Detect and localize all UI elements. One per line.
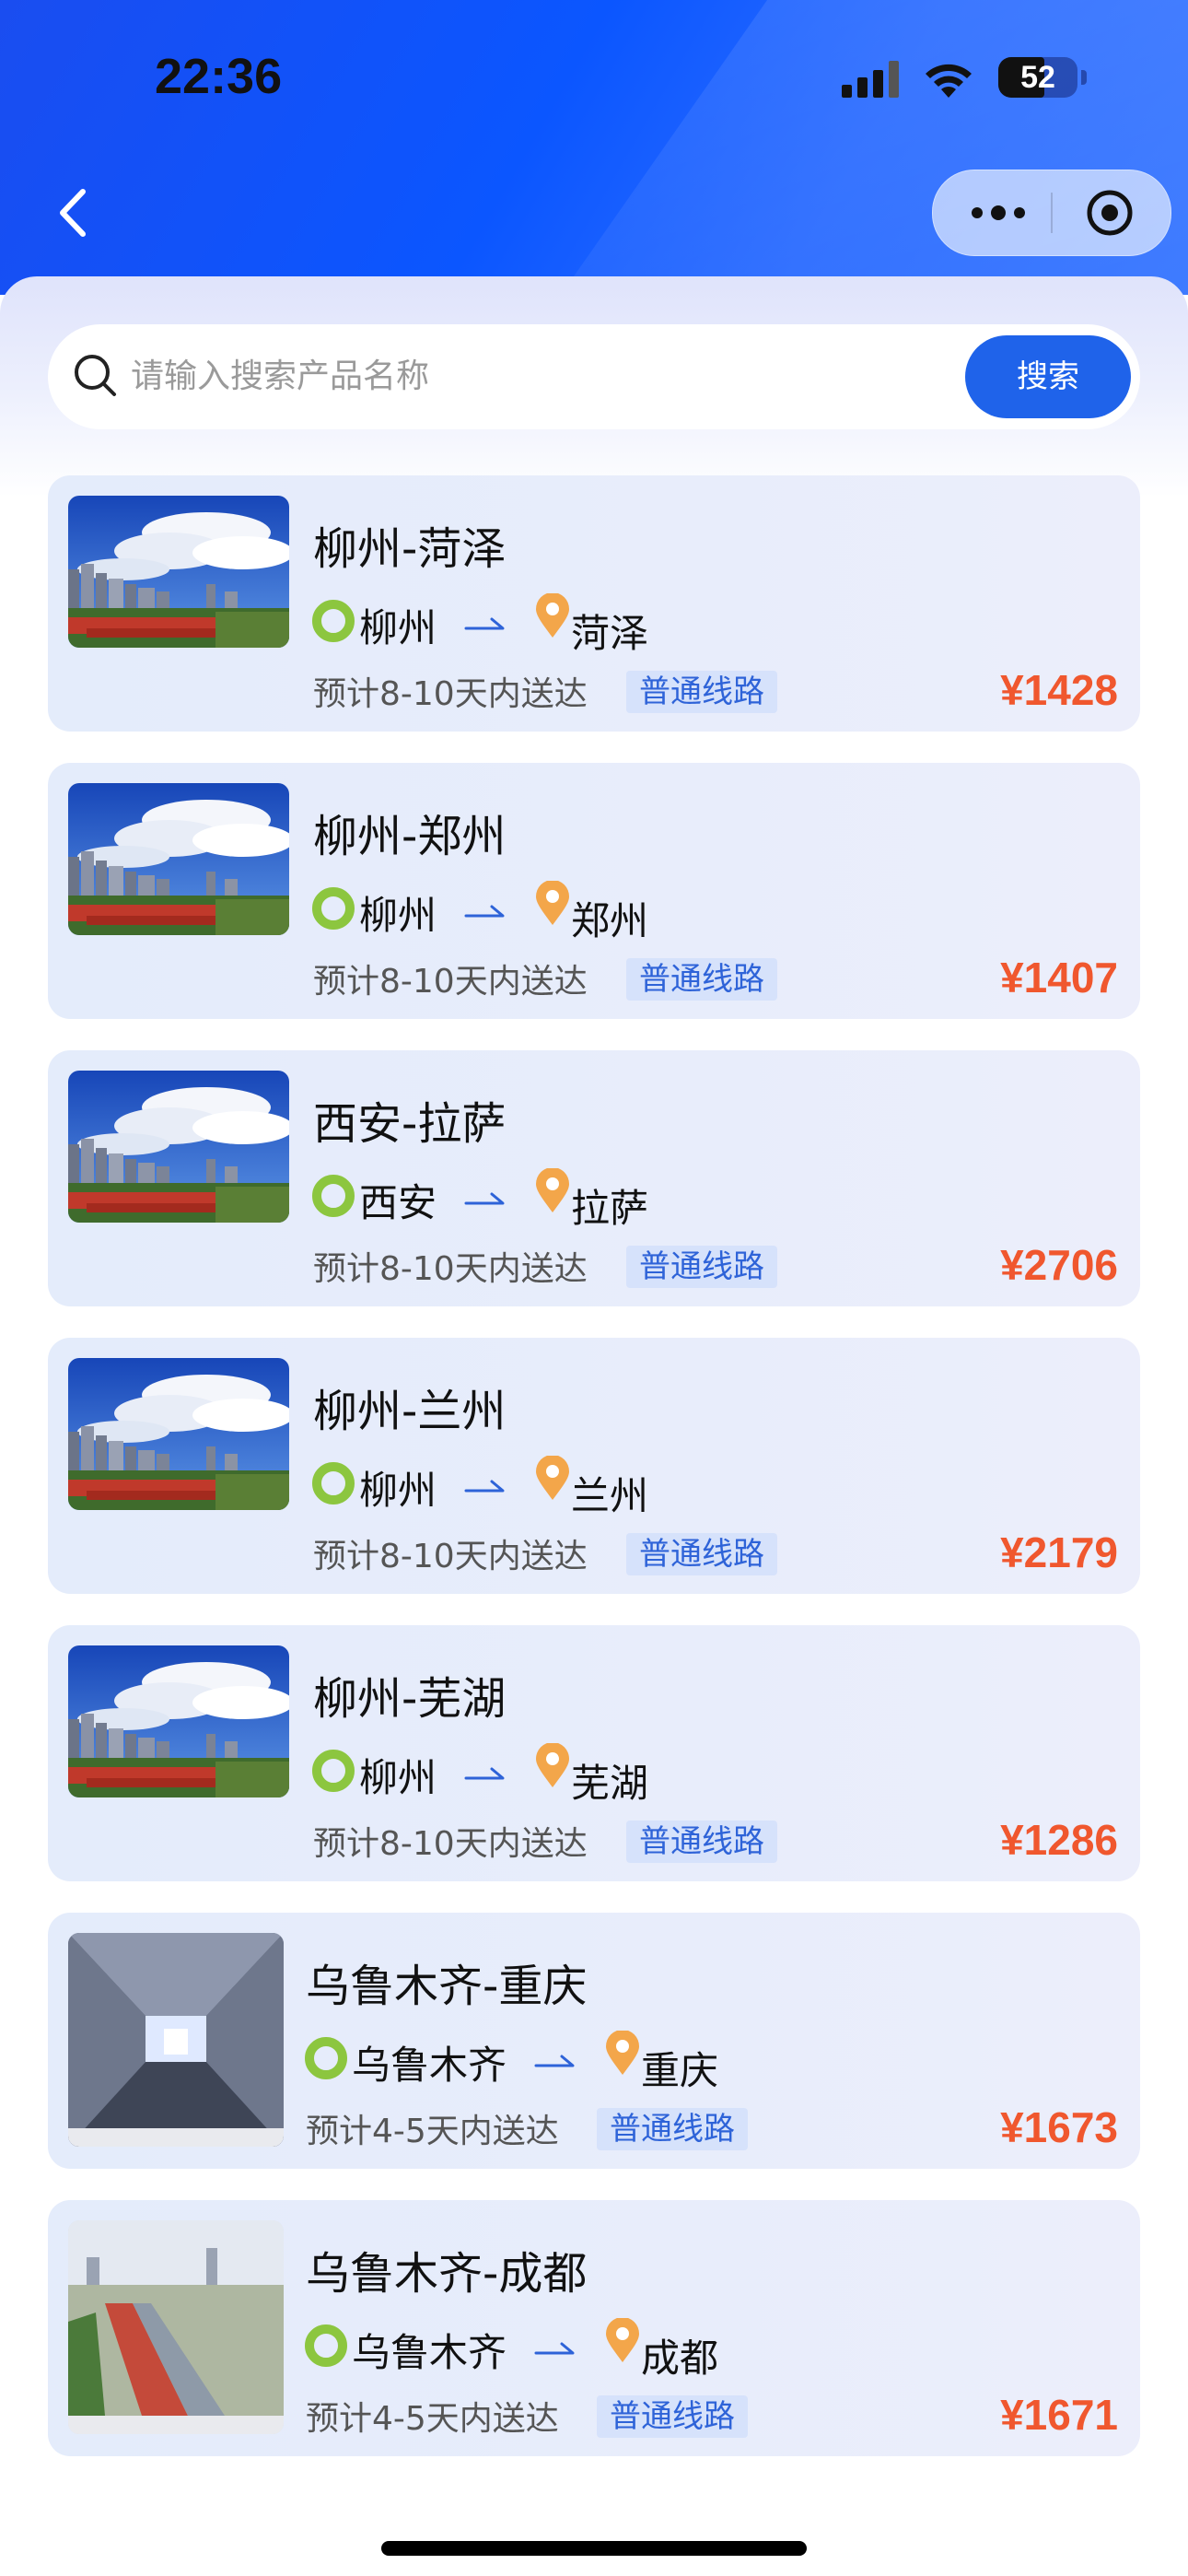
product-card[interactable]: 乌鲁木齐-重庆 乌鲁木齐 重庆 预计4-5天内送达 普通线路 ¥1673 <box>48 1913 1140 2169</box>
route-type-tag: 普通线路 <box>597 2395 748 2438</box>
product-title: 乌鲁木齐-重庆 <box>306 1961 588 2012</box>
route-destination: 芜湖 <box>571 1761 649 1806</box>
search-input[interactable] <box>131 324 960 429</box>
wifi-icon <box>926 64 972 98</box>
product-title: 柳州-菏泽 <box>313 523 507 575</box>
route-origin: 乌鲁木齐 <box>352 2043 507 2088</box>
delivery-estimate: 预计4-5天内送达 <box>306 2400 559 2438</box>
product-title: 柳州-兰州 <box>313 1386 507 1437</box>
route-type-tag: 普通线路 <box>626 1533 777 1575</box>
product-thumbnail <box>68 1645 289 1797</box>
route-destination: 重庆 <box>641 2048 719 2093</box>
home-indicator[interactable] <box>381 2541 807 2556</box>
route-arrow-icon <box>464 617 505 630</box>
route-arrow-icon <box>534 2055 575 2067</box>
product-price: ¥1671 <box>1000 2391 1118 2439</box>
product-card[interactable]: 柳州-郑州 柳州 郑州 预计8-10天内送达 普通线路 ¥1407 <box>48 763 1140 1019</box>
search-button[interactable]: 搜索 <box>965 335 1131 418</box>
origin-circle-icon <box>305 2324 347 2367</box>
route-destination: 兰州 <box>571 1473 649 1518</box>
product-card[interactable]: 柳州-菏泽 柳州 菏泽 预计8-10天内送达 普通线路 ¥1428 <box>48 475 1140 732</box>
product-thumbnail <box>68 496 289 648</box>
product-title: 西安-拉萨 <box>313 1098 507 1150</box>
close-target-icon[interactable] <box>1086 189 1134 237</box>
route-origin: 西安 <box>359 1180 437 1225</box>
product-price: ¥2179 <box>1000 1528 1118 1576</box>
product-title: 柳州-郑州 <box>313 811 507 862</box>
route-arrow-icon <box>464 1767 505 1780</box>
product-card[interactable]: 乌鲁木齐-成都 乌鲁木齐 成都 预计4-5天内送达 普通线路 ¥1671 <box>48 2200 1140 2456</box>
route-type-tag: 普通线路 <box>626 1821 777 1863</box>
destination-pin-icon <box>536 593 569 638</box>
status-time: 22:36 <box>155 49 283 104</box>
product-title: 乌鲁木齐-成都 <box>306 2248 588 2300</box>
delivery-estimate: 预计8-10天内送达 <box>313 1825 588 1863</box>
capsule-divider <box>1051 193 1053 233</box>
route-type-tag: 普通线路 <box>626 958 777 1001</box>
route-arrow-icon <box>464 905 505 918</box>
back-chevron-icon[interactable] <box>46 181 101 245</box>
route-arrow-icon <box>464 1192 505 1205</box>
route-type-tag: 普通线路 <box>597 2108 748 2150</box>
origin-circle-icon <box>312 600 355 642</box>
product-card[interactable]: 西安-拉萨 西安 拉萨 预计8-10天内送达 普通线路 ¥2706 <box>48 1050 1140 1306</box>
route-destination: 拉萨 <box>571 1186 649 1231</box>
route-origin: 柳州 <box>359 1468 437 1513</box>
route-origin: 柳州 <box>359 1755 437 1800</box>
origin-circle-icon <box>305 2037 347 2079</box>
battery-level: 52 <box>1020 60 1055 95</box>
product-price: ¥2706 <box>1000 1241 1118 1289</box>
origin-circle-icon <box>312 1462 355 1505</box>
route-type-tag: 普通线路 <box>626 1246 777 1288</box>
product-price: ¥1407 <box>1000 954 1118 1001</box>
route-type-tag: 普通线路 <box>626 671 777 713</box>
destination-pin-icon <box>536 1168 569 1212</box>
product-thumbnail <box>68 1071 289 1223</box>
delivery-estimate: 预计8-10天内送达 <box>313 963 588 1001</box>
destination-pin-icon <box>536 1456 569 1500</box>
product-card[interactable]: 柳州-兰州 柳州 兰州 预计8-10天内送达 普通线路 ¥2179 <box>48 1338 1140 1594</box>
origin-circle-icon <box>312 1750 355 1792</box>
delivery-estimate: 预计8-10天内送达 <box>313 1250 588 1288</box>
battery-icon: 52 <box>998 57 1087 98</box>
origin-circle-icon <box>312 887 355 930</box>
status-bar: 22:36 52 <box>0 0 1188 157</box>
route-destination: 菏泽 <box>571 611 649 656</box>
destination-pin-icon <box>606 2318 639 2362</box>
route-arrow-icon <box>534 2342 575 2355</box>
cellular-signal-icon <box>842 61 901 98</box>
more-dots-icon[interactable] <box>966 194 1031 231</box>
origin-circle-icon <box>312 1175 355 1217</box>
delivery-estimate: 预计8-10天内送达 <box>313 675 588 713</box>
product-price: ¥1428 <box>1000 666 1118 714</box>
product-thumbnail <box>68 1358 289 1510</box>
product-price: ¥1673 <box>1000 2103 1118 2151</box>
destination-pin-icon <box>606 2031 639 2075</box>
product-price: ¥1286 <box>1000 1816 1118 1864</box>
product-card[interactable]: 柳州-芜湖 柳州 芜湖 预计8-10天内送达 普通线路 ¥1286 <box>48 1625 1140 1881</box>
product-title: 柳州-芜湖 <box>313 1673 507 1725</box>
product-thumbnail <box>68 2220 284 2434</box>
delivery-estimate: 预计8-10天内送达 <box>313 1538 588 1575</box>
delivery-estimate: 预计4-5天内送达 <box>306 2113 559 2150</box>
destination-pin-icon <box>536 881 569 925</box>
search-bar: 搜索 <box>48 324 1140 429</box>
route-origin: 柳州 <box>359 893 437 938</box>
route-origin: 乌鲁木齐 <box>352 2330 507 2375</box>
product-thumbnail <box>68 1933 284 2147</box>
mini-program-capsule <box>932 170 1171 256</box>
route-destination: 郑州 <box>571 898 649 943</box>
search-icon <box>75 355 116 396</box>
route-origin: 柳州 <box>359 605 437 650</box>
destination-pin-icon <box>536 1743 569 1787</box>
route-arrow-icon <box>464 1480 505 1493</box>
route-destination: 成都 <box>641 2336 719 2381</box>
product-thumbnail <box>68 783 289 935</box>
